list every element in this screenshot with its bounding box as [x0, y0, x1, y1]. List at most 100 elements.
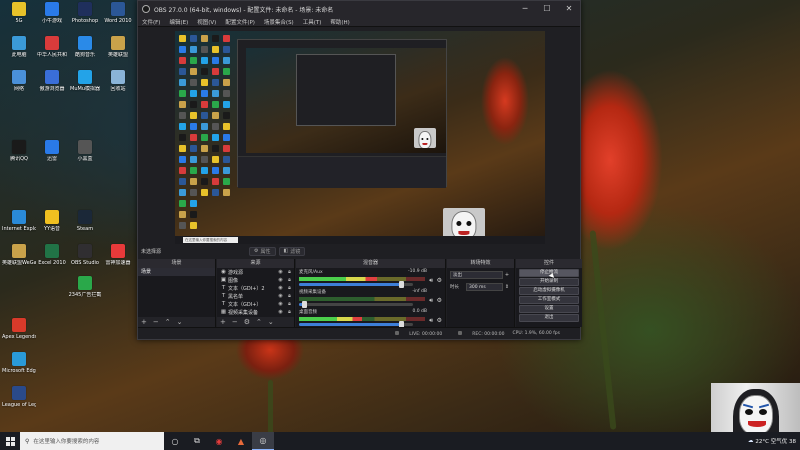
menu-profile[interactable]: 配置文件(P) — [225, 18, 255, 26]
source-item[interactable]: ▦ 视频采集设备 ◉ 🔒︎ — [217, 308, 294, 316]
volume-slider[interactable] — [299, 301, 414, 308]
lock-icon[interactable]: 🔒︎ — [285, 309, 294, 315]
source-item[interactable]: T 黑名单 ◉ 🔒︎ — [217, 292, 294, 300]
scenes-list[interactable]: 场景 — [138, 268, 215, 317]
desktop-icon[interactable]: 中华人民共和 — [35, 36, 69, 68]
add-transition-icon[interactable]: + — [503, 272, 511, 278]
app-icon[interactable]: ▲ — [230, 432, 252, 450]
desktop-icon[interactable]: 小黑盒 — [68, 140, 102, 172]
settings-button[interactable]: 设置 — [519, 305, 579, 313]
gear-icon[interactable]: ⚙ — [437, 317, 442, 324]
lock-icon[interactable]: 🔒︎ — [285, 269, 294, 275]
menu-file[interactable]: 文件(F) — [142, 18, 160, 26]
eye-icon[interactable]: ◉ — [276, 269, 285, 275]
task-view-icon[interactable]: ⧉ — [186, 432, 208, 450]
desktop-icon[interactable]: Steam — [68, 210, 102, 242]
menu-view[interactable]: 视图(V) — [197, 18, 216, 26]
volume-slider[interactable] — [299, 321, 414, 328]
move-up-icon[interactable]: ⌃ — [256, 317, 262, 327]
maximize-button[interactable]: ☐ — [536, 1, 558, 17]
eye-icon[interactable]: ◉ — [276, 301, 285, 307]
volume-slider[interactable] — [299, 281, 414, 288]
slider-knob[interactable] — [398, 281, 404, 288]
desktop-icon[interactable]: 酷狗音乐 — [68, 36, 102, 68]
source-item[interactable]: ◉ 游戏源 ◉ 🔒︎ — [217, 268, 294, 276]
speaker-icon[interactable]: 🔊︎ — [429, 297, 433, 305]
spin-icon[interactable]: ⇕ — [503, 284, 511, 290]
preview-desktop-icon — [212, 167, 219, 174]
eye-icon[interactable]: ◉ — [276, 277, 285, 283]
move-up-icon[interactable]: ⌃ — [165, 317, 171, 327]
desktop-icon[interactable]: MuMu模拟器 — [68, 70, 102, 102]
minimize-button[interactable]: ─ — [514, 1, 536, 17]
desktop-icon[interactable]: Photoshop — [68, 2, 102, 34]
eye-icon[interactable]: ◉ — [276, 309, 285, 315]
desktop-icon[interactable]: 傲游浏览器 — [35, 70, 69, 102]
desktop-icon[interactable]: 腾讯QQ — [2, 140, 36, 172]
move-down-icon[interactable]: ⌄ — [177, 317, 183, 327]
eye-icon[interactable]: ◉ — [276, 285, 285, 291]
close-button[interactable]: ✕ — [558, 1, 580, 17]
desktop-icon[interactable]: 回收站 — [101, 70, 135, 102]
lock-icon[interactable]: 🔒︎ — [285, 293, 294, 299]
start-virtual-camera-button[interactable]: 启动虚拟摄像机 — [519, 287, 579, 295]
desktop-icon[interactable]: 小牛游戏 — [35, 2, 69, 34]
scene-item[interactable]: 场景 — [138, 268, 215, 276]
menu-scene-collection[interactable]: 场景集合(S) — [264, 18, 294, 26]
remove-scene-button[interactable]: − — [153, 317, 159, 327]
desktop-icon[interactable]: OBS Studio — [68, 244, 102, 276]
desktop-icon[interactable]: Microsoft Edge — [2, 352, 36, 384]
desktop-icon[interactable]: 网络 — [2, 70, 36, 102]
desktop-icon[interactable]: 迅雷 — [35, 140, 69, 172]
add-source-button[interactable]: + — [220, 317, 226, 327]
speaker-icon[interactable]: 🔊︎ — [429, 277, 433, 285]
desktop-icon[interactable]: 英雄联盟WeGame — [2, 244, 36, 276]
desktop-icon[interactable]: 雷神加速器 — [101, 244, 135, 276]
source-item[interactable]: ▣ 图像 ◉ 🔒︎ — [217, 276, 294, 284]
studio-mode-button[interactable]: 工作室模式 — [519, 296, 579, 304]
obs-titlebar[interactable]: OBS 27.0.0 (64-bit, windows) - 配置文件: 未命名… — [138, 1, 580, 17]
transition-select[interactable]: 淡出 — [450, 271, 503, 279]
gear-icon[interactable]: ⚙ — [244, 317, 250, 327]
cortana-icon[interactable]: ○ — [164, 432, 186, 450]
desktop-icon[interactable]: 2345广告拦截 — [68, 276, 102, 308]
slider-knob[interactable] — [301, 301, 307, 308]
eye-icon[interactable]: ◉ — [276, 293, 285, 299]
add-scene-button[interactable]: + — [141, 317, 147, 327]
remove-source-button[interactable]: − — [232, 317, 238, 327]
start-recording-button[interactable]: 开始录制 — [519, 278, 579, 286]
sources-list[interactable]: ◉ 游戏源 ◉ 🔒︎ ▣ 图像 ◉ 🔒︎ T 文本（GDI+）2 ◉ 🔒︎ T 黑名单 ◉ 🔒︎ T 文本（GDI… — [217, 268, 294, 317]
speaker-icon[interactable]: 🔊︎ — [429, 317, 433, 325]
menu-edit[interactable]: 编辑(E) — [169, 18, 188, 26]
lock-icon[interactable]: 🔒︎ — [285, 277, 294, 283]
desktop-icon[interactable]: YY语音 — [35, 210, 69, 242]
exit-button[interactable]: 退出 — [519, 314, 579, 322]
gear-icon[interactable]: ⚙ — [437, 277, 442, 284]
desktop-icon[interactable]: Excel 2010 — [35, 244, 69, 276]
properties-button[interactable]: ⚙ 属性 — [249, 246, 276, 256]
lock-icon[interactable]: 🔒︎ — [285, 301, 294, 307]
desktop-icon[interactable]: 5G — [2, 2, 36, 34]
obs-taskbar-icon[interactable]: ◎ — [252, 432, 274, 450]
gear-icon[interactable]: ⚙ — [437, 297, 442, 304]
preview-canvas[interactable]: 在这里输入你要搜索的内容 — [175, 31, 545, 244]
desktop-icon[interactable]: League of Legends — [2, 386, 36, 418]
system-tray[interactable]: ☁ 22°C 空气优 38 — [748, 437, 800, 445]
obs-window[interactable]: OBS 27.0.0 (64-bit, windows) - 配置文件: 未命名… — [137, 0, 582, 340]
menu-help[interactable]: 帮助(H) — [330, 18, 349, 26]
taskbar-search[interactable]: ⚲ 在这里输入你要搜索的内容 — [20, 432, 164, 450]
filters-button[interactable]: ◧ 滤镜 — [278, 246, 306, 256]
source-item[interactable]: T 文本（GDI+） ◉ 🔒︎ — [217, 300, 294, 308]
desktop-icon[interactable]: 英雄联盟 — [101, 36, 135, 68]
desktop-icon[interactable]: Word 2010 — [101, 2, 135, 34]
source-item[interactable]: T 文本（GDI+）2 ◉ 🔒︎ — [217, 284, 294, 292]
desktop-icon[interactable]: Internet Explorer — [2, 210, 36, 242]
lock-icon[interactable]: 🔒︎ — [285, 285, 294, 291]
desktop-icon[interactable]: Apex Legends — [2, 318, 36, 350]
desktop-icon[interactable]: 此电脑 — [2, 36, 36, 68]
menu-tools[interactable]: 工具(T) — [303, 18, 322, 26]
duration-field[interactable]: 300 ms — [466, 283, 503, 291]
start-button[interactable] — [0, 432, 20, 450]
netease-music-icon[interactable]: ◉ — [208, 432, 230, 450]
move-down-icon[interactable]: ⌄ — [268, 317, 274, 327]
